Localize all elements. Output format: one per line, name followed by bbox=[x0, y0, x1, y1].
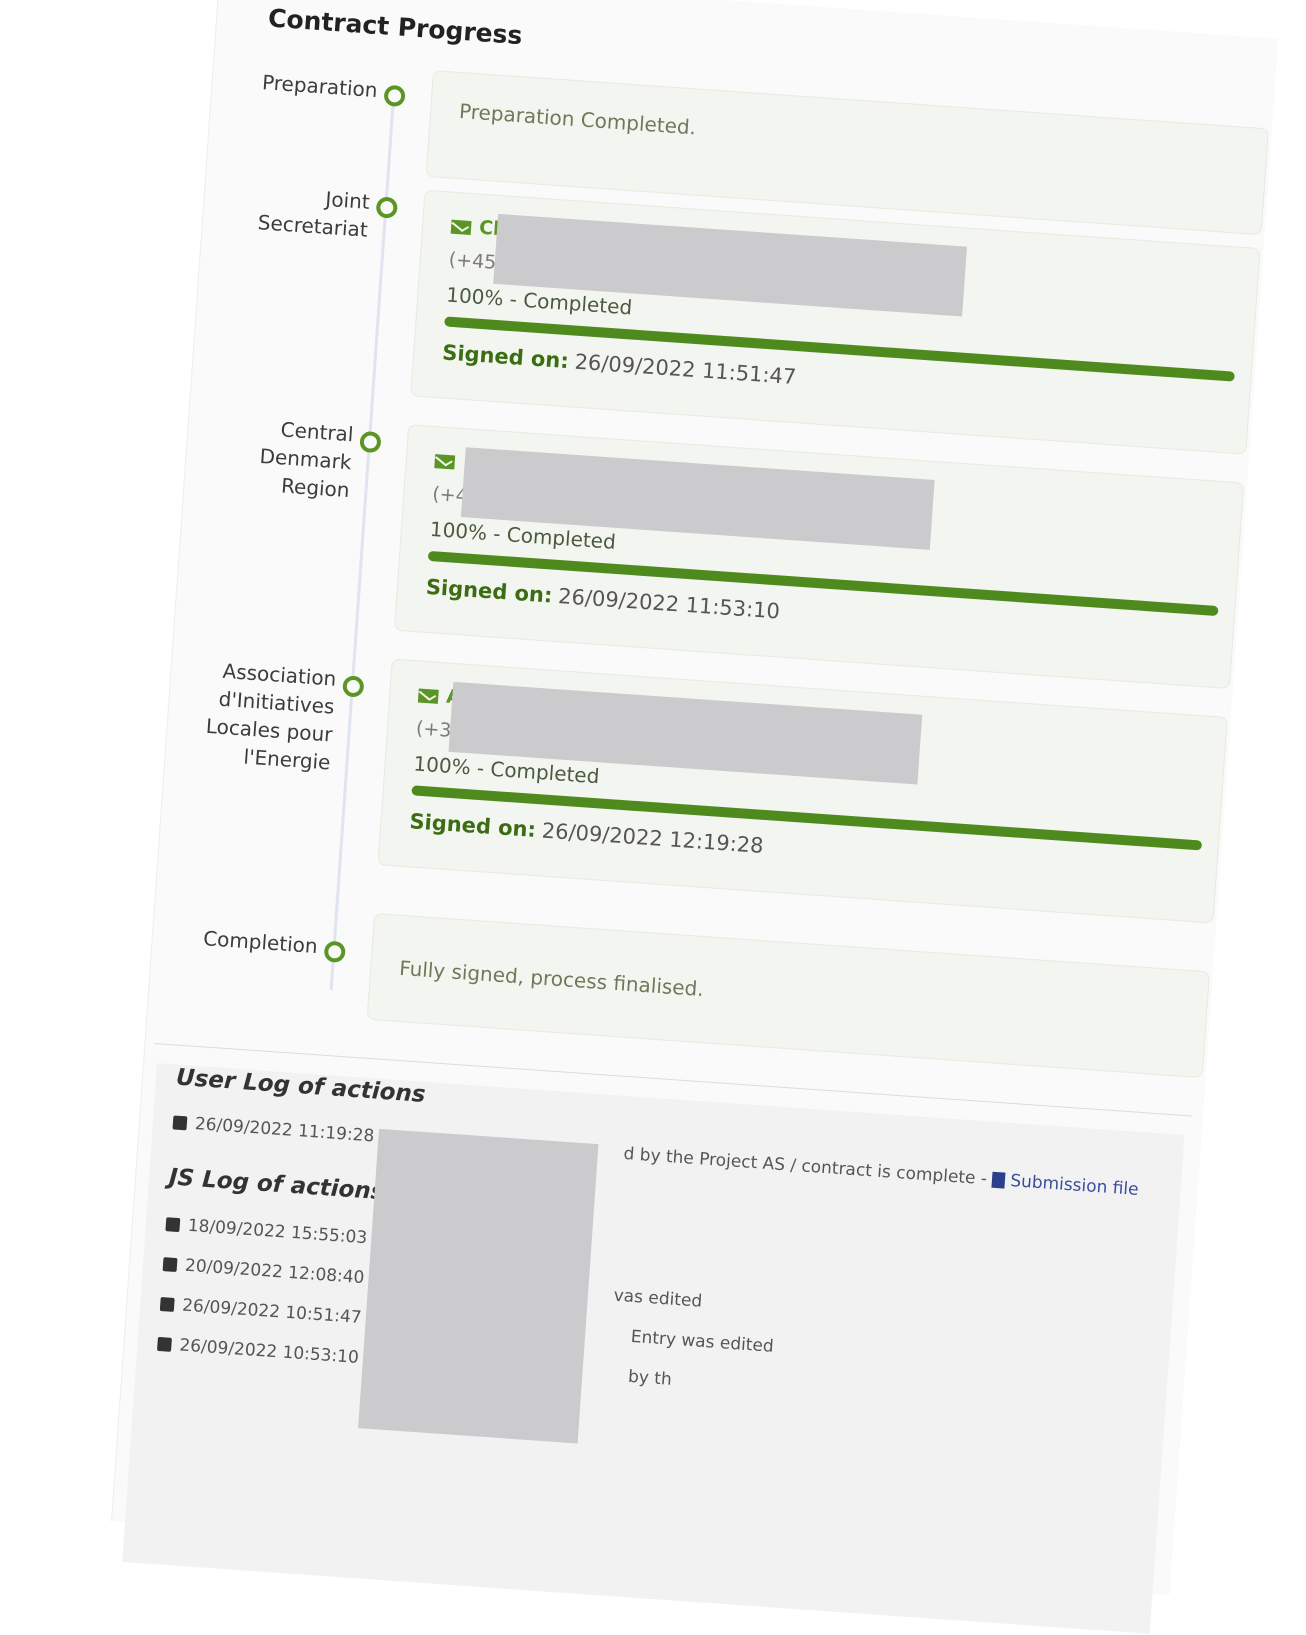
step-label-central-denmark-region: Central Denmark Region bbox=[258, 417, 355, 503]
signer-contact[interactable] bbox=[434, 449, 463, 473]
completion-status: Fully signed, process finalised. bbox=[398, 955, 705, 1002]
signer-phone: (+3 bbox=[415, 717, 453, 742]
signer-phone: (+45 bbox=[448, 248, 497, 274]
calendar-icon bbox=[156, 1336, 172, 1352]
signed-on: Signed on: 26/09/2022 11:51:47 bbox=[441, 340, 798, 390]
envelope-icon bbox=[417, 688, 439, 704]
signed-on: Signed on: 26/09/2022 12:19:28 bbox=[408, 809, 765, 858]
redaction-box bbox=[358, 1128, 599, 1444]
signed-on: Signed on: 26/09/2022 11:53:10 bbox=[425, 574, 781, 624]
contract-progress-panel: Contract Progress Preparation Preparatio… bbox=[41, 0, 1279, 1634]
step-label-joint-secretariat: Joint Secretariat bbox=[257, 186, 371, 242]
pdf-icon[interactable] bbox=[991, 1171, 1006, 1189]
signer-contact[interactable]: Cl bbox=[450, 215, 500, 240]
step-label-association: Association d'Initiatives Locales pour l… bbox=[205, 658, 338, 775]
preparation-status: Preparation Completed. bbox=[458, 98, 697, 140]
calendar-icon bbox=[172, 1115, 188, 1131]
calendar-icon bbox=[165, 1217, 181, 1233]
calendar-icon bbox=[159, 1297, 175, 1312]
envelope-icon bbox=[450, 219, 472, 235]
envelope-icon bbox=[434, 453, 456, 469]
calendar-icon bbox=[162, 1257, 178, 1273]
